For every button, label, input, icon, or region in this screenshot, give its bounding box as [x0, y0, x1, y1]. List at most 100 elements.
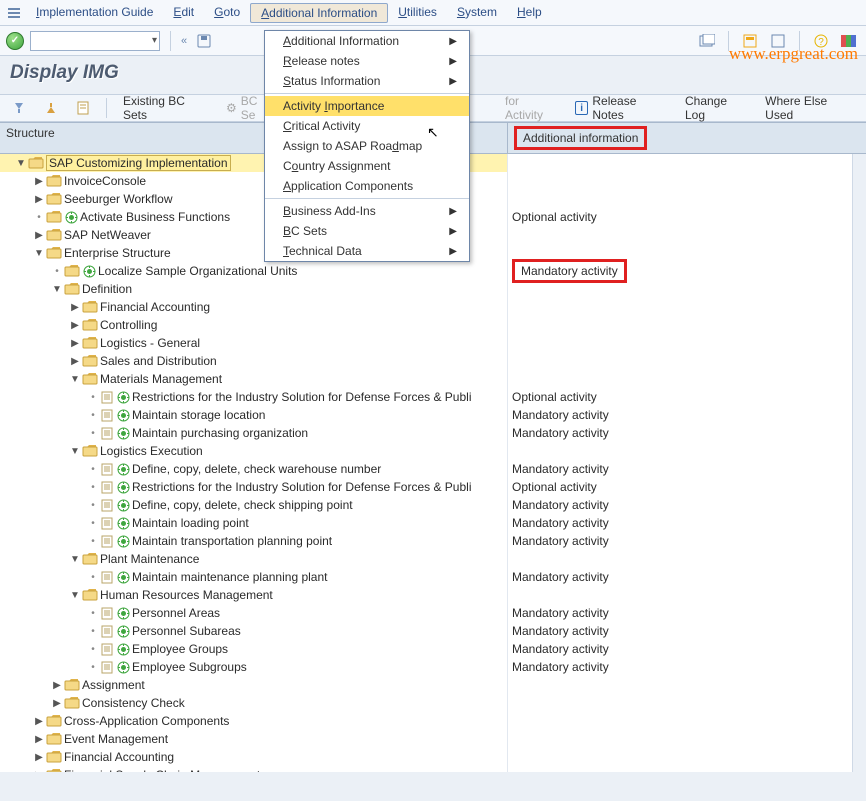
note-icon[interactable]	[100, 660, 114, 674]
collapse-arrow-icon[interactable]: ▼	[68, 590, 82, 601]
expand-icon[interactable]	[6, 99, 32, 117]
tree-row[interactable]: ▼Materials Management	[0, 370, 866, 388]
menu-item-additional-information[interactable]: Additional Information▶	[265, 31, 469, 51]
expand-arrow-icon[interactable]: ▶	[50, 698, 64, 709]
tree-row[interactable]: ▶Financial Supply Chain Management	[0, 766, 866, 772]
expand-arrow-icon[interactable]: ▶	[68, 356, 82, 367]
tree-row[interactable]: ▶Sales and Distribution	[0, 352, 866, 370]
expand-arrow-icon[interactable]: ▶	[32, 716, 46, 727]
tree-row[interactable]: ▶Logistics - General	[0, 334, 866, 352]
tree-row[interactable]: ▼Human Resources Management	[0, 586, 866, 604]
execute-icon[interactable]	[82, 264, 96, 278]
enter-icon[interactable]: ✓	[6, 32, 24, 50]
expand-arrow-icon[interactable]: ▶	[68, 320, 82, 331]
expand-arrow-icon[interactable]: ▶	[32, 230, 46, 241]
note-icon[interactable]	[100, 426, 114, 440]
tree-row[interactable]: •Personnel SubareasMandatory activity	[0, 622, 866, 640]
save-icon[interactable]	[193, 30, 215, 52]
tree-row[interactable]: •Restrictions for the Industry Solution …	[0, 388, 866, 406]
note-icon[interactable]	[100, 570, 114, 584]
expand-arrow-icon[interactable]: ▶	[32, 770, 46, 773]
menu-help[interactable]: Help	[507, 3, 552, 23]
tree-row[interactable]: •Maintain transportation planning pointM…	[0, 532, 866, 550]
execute-icon[interactable]	[64, 210, 78, 224]
expand-arrow-icon[interactable]: ▶	[32, 734, 46, 745]
menu-item-critical-activity[interactable]: Critical Activity	[265, 116, 469, 136]
tree-row[interactable]: •Maintain storage locationMandatory acti…	[0, 406, 866, 424]
collapse-arrow-icon[interactable]: ▼	[32, 248, 46, 259]
menu-system[interactable]: System	[447, 3, 507, 23]
tree-row[interactable]: ▶Event Management	[0, 730, 866, 748]
expand-arrow-icon[interactable]: ▶	[68, 338, 82, 349]
new-session-icon[interactable]	[696, 30, 718, 52]
execute-icon[interactable]	[116, 390, 130, 404]
collapse-arrow-icon[interactable]: ▼	[50, 284, 64, 295]
note-icon[interactable]	[100, 534, 114, 548]
note-icon[interactable]	[100, 606, 114, 620]
note-icon[interactable]	[100, 516, 114, 530]
text-icon[interactable]	[70, 99, 96, 117]
execute-icon[interactable]	[116, 606, 130, 620]
note-icon[interactable]	[100, 390, 114, 404]
tree-row[interactable]: •Define, copy, delete, check shipping po…	[0, 496, 866, 514]
note-icon[interactable]	[100, 624, 114, 638]
tree-row[interactable]: •Localize Sample Organizational UnitsMan…	[0, 262, 866, 280]
execute-icon[interactable]	[116, 642, 130, 656]
tree-row[interactable]: ▶Financial Accounting	[0, 748, 866, 766]
menu-item-release-notes[interactable]: Release notes▶	[265, 51, 469, 71]
note-icon[interactable]	[100, 462, 114, 476]
menu-item-bc-sets[interactable]: BC Sets▶	[265, 221, 469, 241]
column-header-additional-info[interactable]: Additional information	[508, 123, 866, 153]
back-icon-group[interactable]: «	[181, 35, 187, 47]
note-icon[interactable]	[100, 498, 114, 512]
expand-arrow-icon[interactable]: ▶	[32, 176, 46, 187]
execute-icon[interactable]	[116, 570, 130, 584]
menu-utilities[interactable]: Utilities	[388, 3, 447, 23]
expand-arrow-icon[interactable]: ▶	[32, 752, 46, 763]
tree-row[interactable]: •Personnel AreasMandatory activity	[0, 604, 866, 622]
expand-arrow-icon[interactable]: ▶	[68, 302, 82, 313]
execute-icon[interactable]	[116, 462, 130, 476]
where-else-used-button[interactable]: Where Else Used	[759, 92, 860, 124]
menu-icon[interactable]	[4, 3, 24, 23]
collapse-arrow-icon[interactable]: ▼	[68, 554, 82, 565]
tree-row[interactable]: •Restrictions for the Industry Solution …	[0, 478, 866, 496]
menu-item-application-components[interactable]: Application Components	[265, 176, 469, 196]
execute-icon[interactable]	[116, 534, 130, 548]
tree-row[interactable]: •Employee GroupsMandatory activity	[0, 640, 866, 658]
execute-icon[interactable]	[116, 624, 130, 638]
tree-row[interactable]: •Define, copy, delete, check warehouse n…	[0, 460, 866, 478]
note-icon[interactable]	[100, 408, 114, 422]
menu-item-business-add-ins[interactable]: Business Add-Ins▶	[265, 201, 469, 221]
tree-row[interactable]: ▶Financial Accounting	[0, 298, 866, 316]
tree-row[interactable]: ▶Assignment	[0, 676, 866, 694]
note-icon[interactable]	[100, 642, 114, 656]
tree-row[interactable]: ▶Controlling	[0, 316, 866, 334]
existing-bc-sets-button[interactable]: Existing BC Sets	[117, 92, 214, 124]
menu-item-activity-importance[interactable]: Activity Importance	[265, 96, 469, 116]
execute-icon[interactable]	[116, 480, 130, 494]
expand-arrow-icon[interactable]: ▶	[32, 194, 46, 205]
command-field[interactable]: ▾	[30, 31, 160, 51]
tree-row[interactable]: ▶Cross-Application Components	[0, 712, 866, 730]
menu-additional-information[interactable]: Additional Information	[250, 3, 388, 23]
execute-icon[interactable]	[116, 426, 130, 440]
collapse-icon[interactable]	[38, 99, 64, 117]
menu-item-technical-data[interactable]: Technical Data▶	[265, 241, 469, 261]
menu-item-assign-to-asap-roadmap[interactable]: Assign to ASAP Roadmap	[265, 136, 469, 156]
tree-row[interactable]: ▼Definition	[0, 280, 866, 298]
tree-row[interactable]: ▼Logistics Execution	[0, 442, 866, 460]
change-log-button[interactable]: Change Log	[679, 92, 753, 124]
note-icon[interactable]	[100, 480, 114, 494]
collapse-arrow-icon[interactable]: ▼	[14, 158, 28, 169]
tree-row[interactable]: •Maintain maintenance planning plantMand…	[0, 568, 866, 586]
scrollbar[interactable]	[852, 154, 866, 772]
menu-edit[interactable]: Edit	[163, 3, 204, 23]
execute-icon[interactable]	[116, 408, 130, 422]
menu-implementation-guide[interactable]: Implementation Guide	[26, 3, 163, 23]
tree-row[interactable]: ▶Consistency Check	[0, 694, 866, 712]
execute-icon[interactable]	[116, 498, 130, 512]
menu-goto[interactable]: Goto	[204, 3, 250, 23]
release-notes-button[interactable]: iRelease Notes	[569, 92, 673, 124]
tree-row[interactable]: ▼Plant Maintenance	[0, 550, 866, 568]
